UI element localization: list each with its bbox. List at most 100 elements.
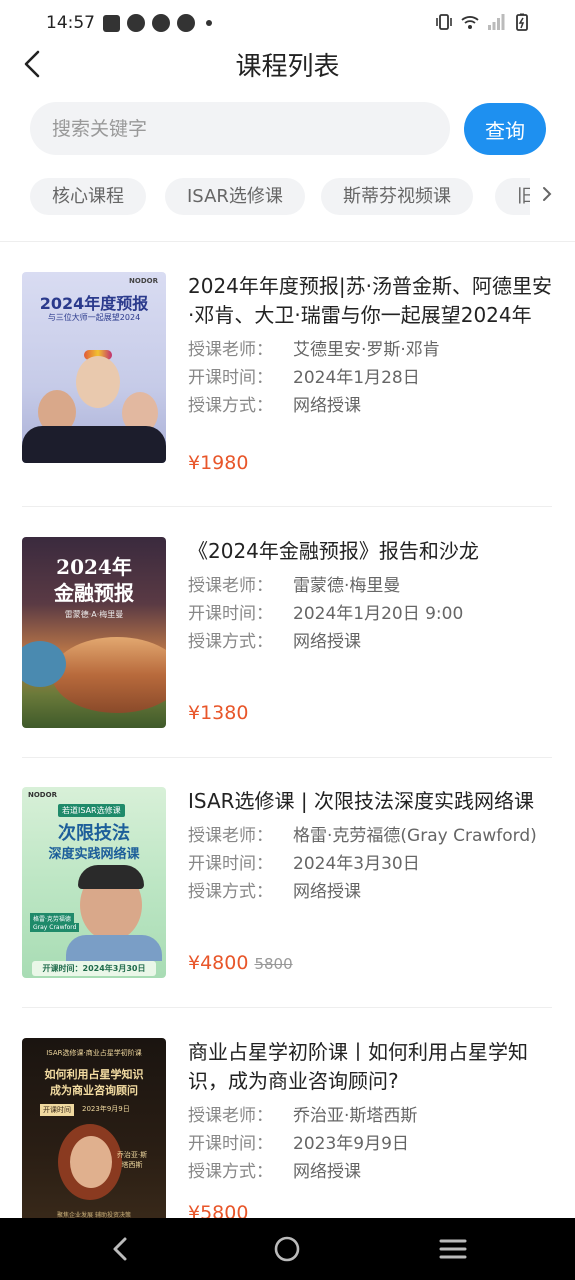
thumb-headline: 2024年 bbox=[56, 555, 132, 579]
course-item[interactable]: 2024年 金融预报 雷蒙德·A·梅里曼 《2024年金融预报》报告和沙龙 授课… bbox=[22, 537, 552, 732]
course-mode: 授课方式： 网络授课 bbox=[188, 878, 552, 906]
page-title: 课程列表 bbox=[235, 52, 340, 82]
planet-image bbox=[52, 637, 166, 713]
course-time: 开课时间： 2024年1月28日 bbox=[188, 364, 552, 392]
thumb-headline: 如何利用占星学知识 bbox=[44, 1068, 144, 1081]
course-info: 《2024年金融预报》报告和沙龙 授课老师： 雷蒙德·梅里曼 开课时间： 2024年… bbox=[188, 537, 552, 656]
course-teacher: 授课老师： 雷蒙德·梅里曼 bbox=[188, 572, 552, 600]
course-time: 开课时间： 2024年1月20日 9:00 bbox=[188, 600, 552, 628]
thumb-headline: 2024年度预报 bbox=[39, 294, 149, 313]
time-label: 开课时间： bbox=[188, 368, 273, 388]
course-price: ¥1980 bbox=[188, 452, 248, 474]
mode-value: 网络授课 bbox=[293, 632, 361, 652]
notification-app-icon bbox=[177, 14, 195, 32]
divider bbox=[22, 757, 552, 758]
course-price: ¥1380 bbox=[188, 702, 248, 724]
nav-back-icon[interactable] bbox=[104, 1232, 138, 1266]
course-price: ¥5800 bbox=[188, 1202, 248, 1218]
course-title: 《2024年金融预报》报告和沙龙 bbox=[188, 539, 479, 563]
price-value: ¥4800 bbox=[188, 952, 249, 974]
mode-label: 授课方式： bbox=[188, 396, 273, 416]
nav-home-icon[interactable] bbox=[270, 1232, 304, 1266]
course-info: 2024年年度预报|苏·汤普金斯、阿德里安·邓肯、大卫·瑞雷与你一起展望2024… bbox=[188, 272, 552, 420]
signal-icon bbox=[488, 14, 505, 30]
course-thumbnail: 2024年 金融预报 雷蒙德·A·梅里曼 bbox=[22, 537, 166, 728]
search-input[interactable] bbox=[30, 102, 450, 155]
time-value: 2024年1月20日 9:00 bbox=[293, 604, 464, 624]
notification-app-icon bbox=[127, 14, 145, 32]
query-button[interactable]: 查询 bbox=[464, 103, 546, 155]
course-price: ¥4800 5800 bbox=[188, 952, 293, 974]
course-time: 开课时间： 2024年3月30日 bbox=[188, 850, 552, 878]
time-value: 2024年1月28日 bbox=[293, 368, 420, 388]
thumb-tag: 若道ISAR选修课 bbox=[58, 804, 125, 817]
course-thumbnail: ISAR选修课·商业占星学初阶课 如何利用占星学知识 成为商业咨询顾问 开课时间… bbox=[22, 1038, 166, 1218]
teacher-label: 授课老师： bbox=[188, 1106, 273, 1126]
thumb-headline: 次限技法 bbox=[58, 823, 130, 844]
thumb-photo bbox=[22, 350, 166, 463]
thumb-photo bbox=[66, 935, 162, 961]
thumb-logo: NODOR bbox=[28, 791, 57, 799]
price-value: ¥1980 bbox=[188, 452, 249, 474]
course-title: 商业占星学初阶课丨如何利用占星学知识，成为商业咨询顾问? bbox=[188, 1040, 528, 1093]
course-info: 商业占星学初阶课丨如何利用占星学知识，成为商业咨询顾问? 授课老师： 乔治亚·斯塔… bbox=[188, 1038, 552, 1186]
mode-value: 网络授课 bbox=[293, 396, 361, 416]
battery-charging-icon bbox=[516, 13, 528, 31]
course-teacher: 授课老师： 艾德里安·罗斯·邓肯 bbox=[188, 336, 552, 364]
notification-icons bbox=[103, 14, 212, 32]
category-chip[interactable]: ISAR选修课 bbox=[165, 178, 305, 215]
divider bbox=[0, 241, 575, 242]
course-item[interactable]: ISAR选修课·商业占星学初阶课 如何利用占星学知识 成为商业咨询顾问 开课时间… bbox=[22, 1038, 552, 1218]
notification-app-icon bbox=[103, 14, 120, 32]
course-mode: 授课方式： 网络授课 bbox=[188, 392, 552, 420]
vibrate-icon bbox=[436, 14, 452, 30]
system-navigation-bar bbox=[0, 1218, 575, 1280]
mode-label: 授课方式： bbox=[188, 1162, 273, 1182]
time-value: 2024年3月30日 bbox=[293, 854, 420, 874]
thumb-tag: ISAR选修课·商业占星学初阶课 bbox=[46, 1049, 142, 1057]
teacher-label: 授课老师： bbox=[188, 576, 273, 596]
teacher-value: 艾德里安·罗斯·邓肯 bbox=[293, 340, 440, 360]
thumb-name: 乔治亚·斯塔西斯 bbox=[116, 1151, 148, 1169]
course-title: 2024年年度预报|苏·汤普金斯、阿德里安·邓肯、大卫·瑞雷与你一起展望2024… bbox=[188, 274, 552, 327]
teacher-value: 雷蒙德·梅里曼 bbox=[293, 576, 401, 596]
thumb-logo: NODOR bbox=[129, 277, 158, 285]
category-chip[interactable]: 核心课程 bbox=[30, 178, 146, 215]
thumb-photo bbox=[78, 865, 144, 889]
mode-value: 网络授课 bbox=[293, 1162, 361, 1182]
category-chip[interactable]: 旧 bbox=[495, 178, 530, 215]
course-thumbnail: NODOR 2024年度预报 与三位大师一起展望2024 bbox=[22, 272, 166, 463]
status-time: 14:57 bbox=[46, 13, 95, 33]
category-chip[interactable]: 斯蒂芬视频课 bbox=[321, 178, 473, 215]
divider bbox=[22, 506, 552, 507]
nav-menu-icon[interactable] bbox=[436, 1232, 470, 1266]
thumb-headline: 深度实践网络课 bbox=[48, 847, 140, 862]
teacher-value: 格雷·克劳福德(Gray Crawford) bbox=[293, 826, 537, 846]
system-icons bbox=[435, 13, 531, 31]
course-item[interactable]: NODOR 2024年度预报 与三位大师一起展望2024 2024年年度预报|苏… bbox=[22, 272, 552, 474]
thumb-name: Gray Crawford bbox=[30, 923, 80, 932]
header: 课程列表 bbox=[0, 40, 575, 88]
original-price: 5800 bbox=[254, 955, 293, 973]
thumb-date-label: 开课时间 bbox=[40, 1104, 74, 1116]
category-tabs: 核心课程 ISAR选修课 斯蒂芬视频课 旧 bbox=[30, 178, 530, 216]
price-value: ¥1380 bbox=[188, 702, 249, 724]
course-thumbnail: NODOR 若道ISAR选修课 次限技法 深度实践网络课 格雷·克劳福德 Gra… bbox=[22, 787, 166, 978]
course-teacher: 授课老师： 乔治亚·斯塔西斯 bbox=[188, 1102, 552, 1130]
course-item[interactable]: NODOR 若道ISAR选修课 次限技法 深度实践网络课 格雷·克劳福德 Gra… bbox=[22, 787, 552, 982]
mode-value: 网络授课 bbox=[293, 882, 361, 902]
mode-label: 授课方式： bbox=[188, 632, 273, 652]
thumb-subline: 与三位大师一起展望2024 bbox=[47, 313, 141, 322]
chevron-right-icon[interactable] bbox=[540, 184, 554, 204]
thumb-subline: 雷蒙德·A·梅里曼 bbox=[64, 610, 124, 619]
thumb-headline: 成为商业咨询顾问 bbox=[50, 1084, 138, 1097]
time-value: 2023年9月9日 bbox=[293, 1134, 409, 1154]
thumb-date: 2023年9月9日 bbox=[82, 1105, 130, 1113]
time-label: 开课时间： bbox=[188, 1134, 273, 1154]
course-mode: 授课方式： 网络授课 bbox=[188, 1158, 552, 1186]
divider bbox=[22, 1007, 552, 1008]
course-time: 开课时间： 2023年9月9日 bbox=[188, 1130, 552, 1158]
course-mode: 授课方式： 网络授课 bbox=[188, 628, 552, 656]
price-value: ¥5800 bbox=[188, 1202, 249, 1218]
mode-label: 授课方式： bbox=[188, 882, 273, 902]
